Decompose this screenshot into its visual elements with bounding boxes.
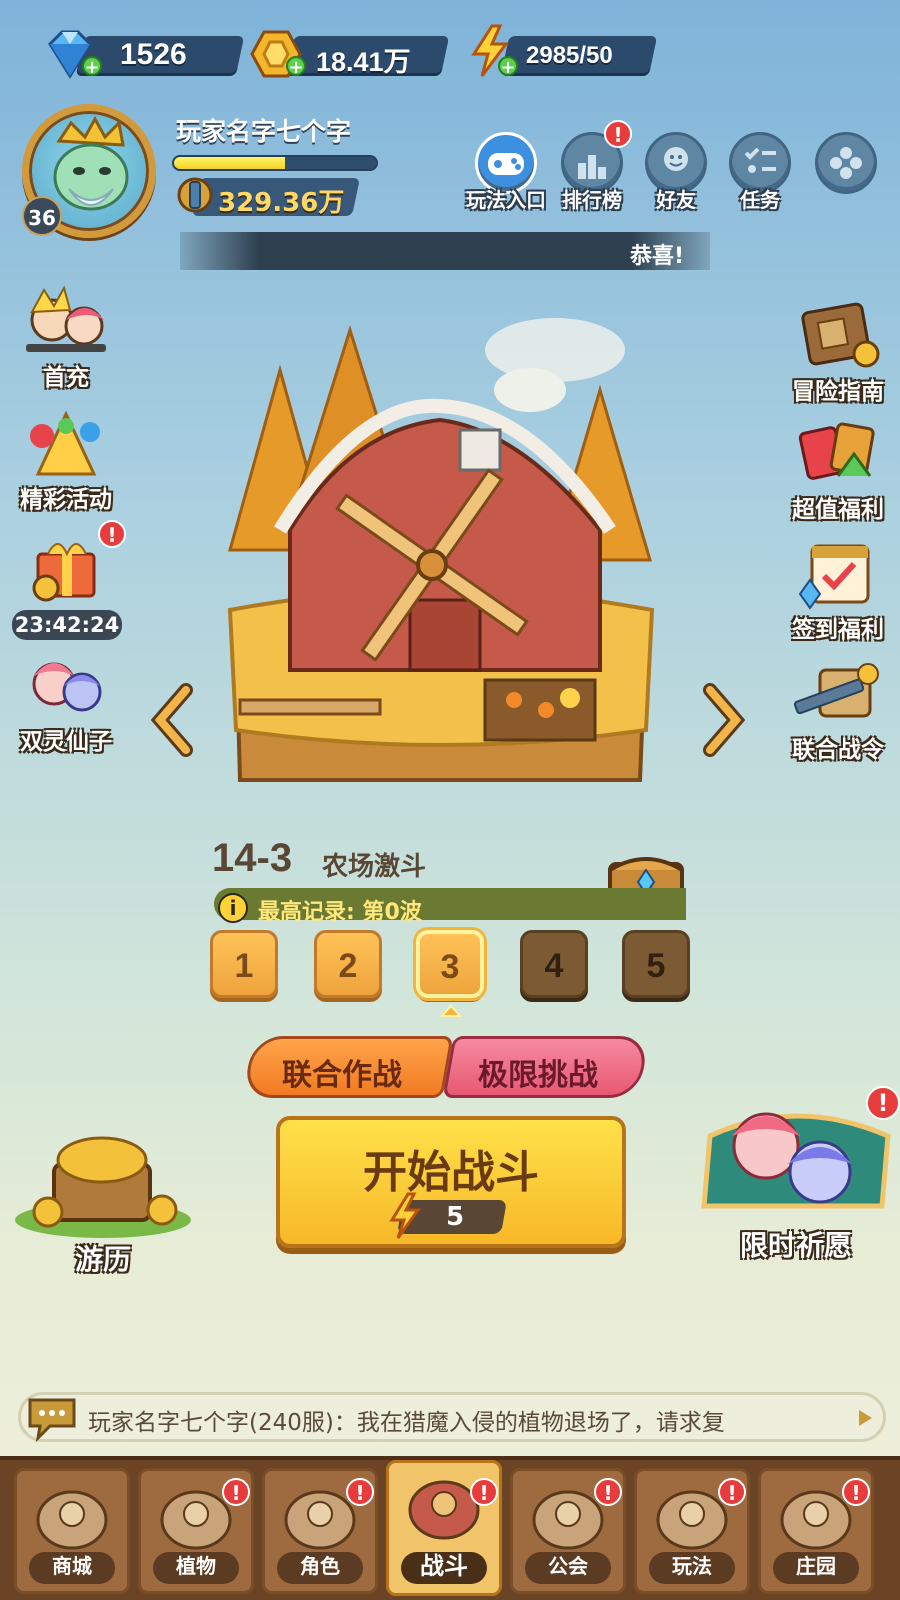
twin-fairy-label: 双灵仙子 [20,728,112,754]
battle-pass-button[interactable]: 联合战令 [778,654,898,764]
twin-fairy-button[interactable]: 双灵仙子 [6,646,126,756]
player-level: 36 [22,196,62,236]
battle-pass-label: 联合战令 [792,736,884,762]
wave-tile-3[interactable]: 3 [416,930,484,998]
battle-cost-lightning-icon [389,1192,421,1239]
treasure-pile-icon [15,1136,191,1238]
nav-guild-alert-icon: ! [594,1478,622,1506]
adventure-guide-button[interactable]: 冒险指南 [778,296,898,406]
gift-pack-button[interactable]: ! 23:42:24 [6,520,126,640]
value-deals-label: 超值福利 [792,496,884,522]
adventure-guide-label: 冒险指南 [792,378,884,404]
power-value: 329.36万 [218,188,345,218]
next-stage-button[interactable] [700,680,746,760]
leaderboard-label: 排行榜 [562,190,622,212]
chevron-left-icon [150,683,193,757]
nav-guild-label: 公会 [525,1552,611,1584]
wave-tile-2[interactable]: 2 [314,930,382,998]
exp-bar [172,155,378,171]
friends-button[interactable]: 好友 [636,132,716,213]
coop-mode-label: 联合作战 [282,1058,402,1093]
exp-bar-fill [174,157,286,169]
play-arrow-icon [859,1410,872,1426]
nav-manor-alert-icon: ! [842,1478,870,1506]
gameplay-entry-label: 玩法入口 [466,190,546,212]
nav-battle-label: 战斗 [401,1552,487,1584]
wish-banner-icon [701,1112,891,1209]
cards-icon [798,422,875,480]
fairy-icon [32,662,102,712]
prev-stage-button[interactable] [150,680,196,760]
nav-manor-label: 庄园 [773,1552,859,1584]
guide-book-icon [801,302,880,368]
gameplay-entry-button[interactable]: 玩法入口 [466,132,546,213]
stage-number: 14-3 [212,836,293,880]
first-recharge-label: 首充 [43,364,89,390]
first-recharge-button[interactable]: 首充 [6,282,126,392]
chevron-right-icon [703,683,746,757]
add-diamond-button[interactable]: + [82,56,102,77]
gold-count: 18.41万 [316,47,411,77]
wish-alert-icon: ! [866,1086,900,1120]
farm-stage-illustration [227,318,655,782]
nav-plants-alert-icon: ! [222,1478,250,1506]
notice-text: 恭喜! [630,244,685,269]
value-deals-button[interactable]: 超值福利 [778,414,898,524]
party-icon [30,410,100,476]
calendar-icon [798,544,870,610]
events-label: 精彩活动 [20,486,112,512]
wave-pointer-icon [440,1004,462,1017]
energy-count: 2985/50 [526,42,613,69]
gift-alert-icon: ! [98,520,126,548]
info-icon: i [218,893,248,923]
leaderboard-button[interactable]: 排行榜 ! [552,120,632,213]
nav-battle-alert-icon: ! [470,1478,498,1506]
player-name: 玩家名字七个字 [176,117,352,146]
chat-message: 玩家名字七个字(240服)：我在猎魔入侵的植物退场了，请求复 [88,1410,725,1436]
start-battle-label: 开始战斗 [363,1147,539,1198]
nav-shop-label: 商城 [29,1552,115,1584]
limited-wish-button[interactable]: ! 限时祈愿 [696,1086,900,1266]
more-icon [815,132,877,194]
limited-wish-label: 限时祈愿 [739,1229,852,1262]
travel-button[interactable]: 游历 [8,1130,198,1276]
more-menu-button[interactable] [806,132,886,194]
events-button[interactable]: 精彩活动 [6,404,126,514]
record-text: 最高记录: 第0波 [258,900,422,925]
leaderboard-alert-icon: ! [604,120,632,148]
stage-name: 农场激斗 [322,852,427,882]
wave-tile-4[interactable]: 4 [520,930,588,998]
battle-windmill-icon [408,1480,480,1540]
checkin-rewards-button[interactable]: 签到福利 [778,534,898,644]
tasks-button[interactable]: 任务 [720,132,800,213]
wave-tile-1[interactable]: 1 [210,930,278,998]
diamond-count: 1526 [120,38,187,71]
heroes-icon [26,285,106,352]
chat-bubble-icon [28,1398,76,1442]
extreme-mode-label: 极限挑战 [478,1058,598,1093]
nav-characters-alert-icon: ! [346,1478,374,1506]
add-energy-button[interactable]: + [498,56,518,77]
wave-tile-5[interactable]: 5 [622,930,690,998]
nav-gameplay-label: 玩法 [649,1552,735,1584]
checkin-rewards-label: 签到福利 [792,616,884,642]
battle-cost-value: 5 [446,1202,465,1232]
rifle-icon [793,663,879,718]
gift-timer: 23:42:24 [12,610,122,640]
travel-label: 游历 [74,1243,131,1276]
nav-gameplay-alert-icon: ! [718,1478,746,1506]
shop-icon [36,1490,108,1550]
power-icon [177,177,213,213]
add-gold-button[interactable]: + [286,56,306,77]
nav-characters-label: 角色 [277,1552,363,1584]
nav-plants-label: 植物 [153,1552,239,1584]
